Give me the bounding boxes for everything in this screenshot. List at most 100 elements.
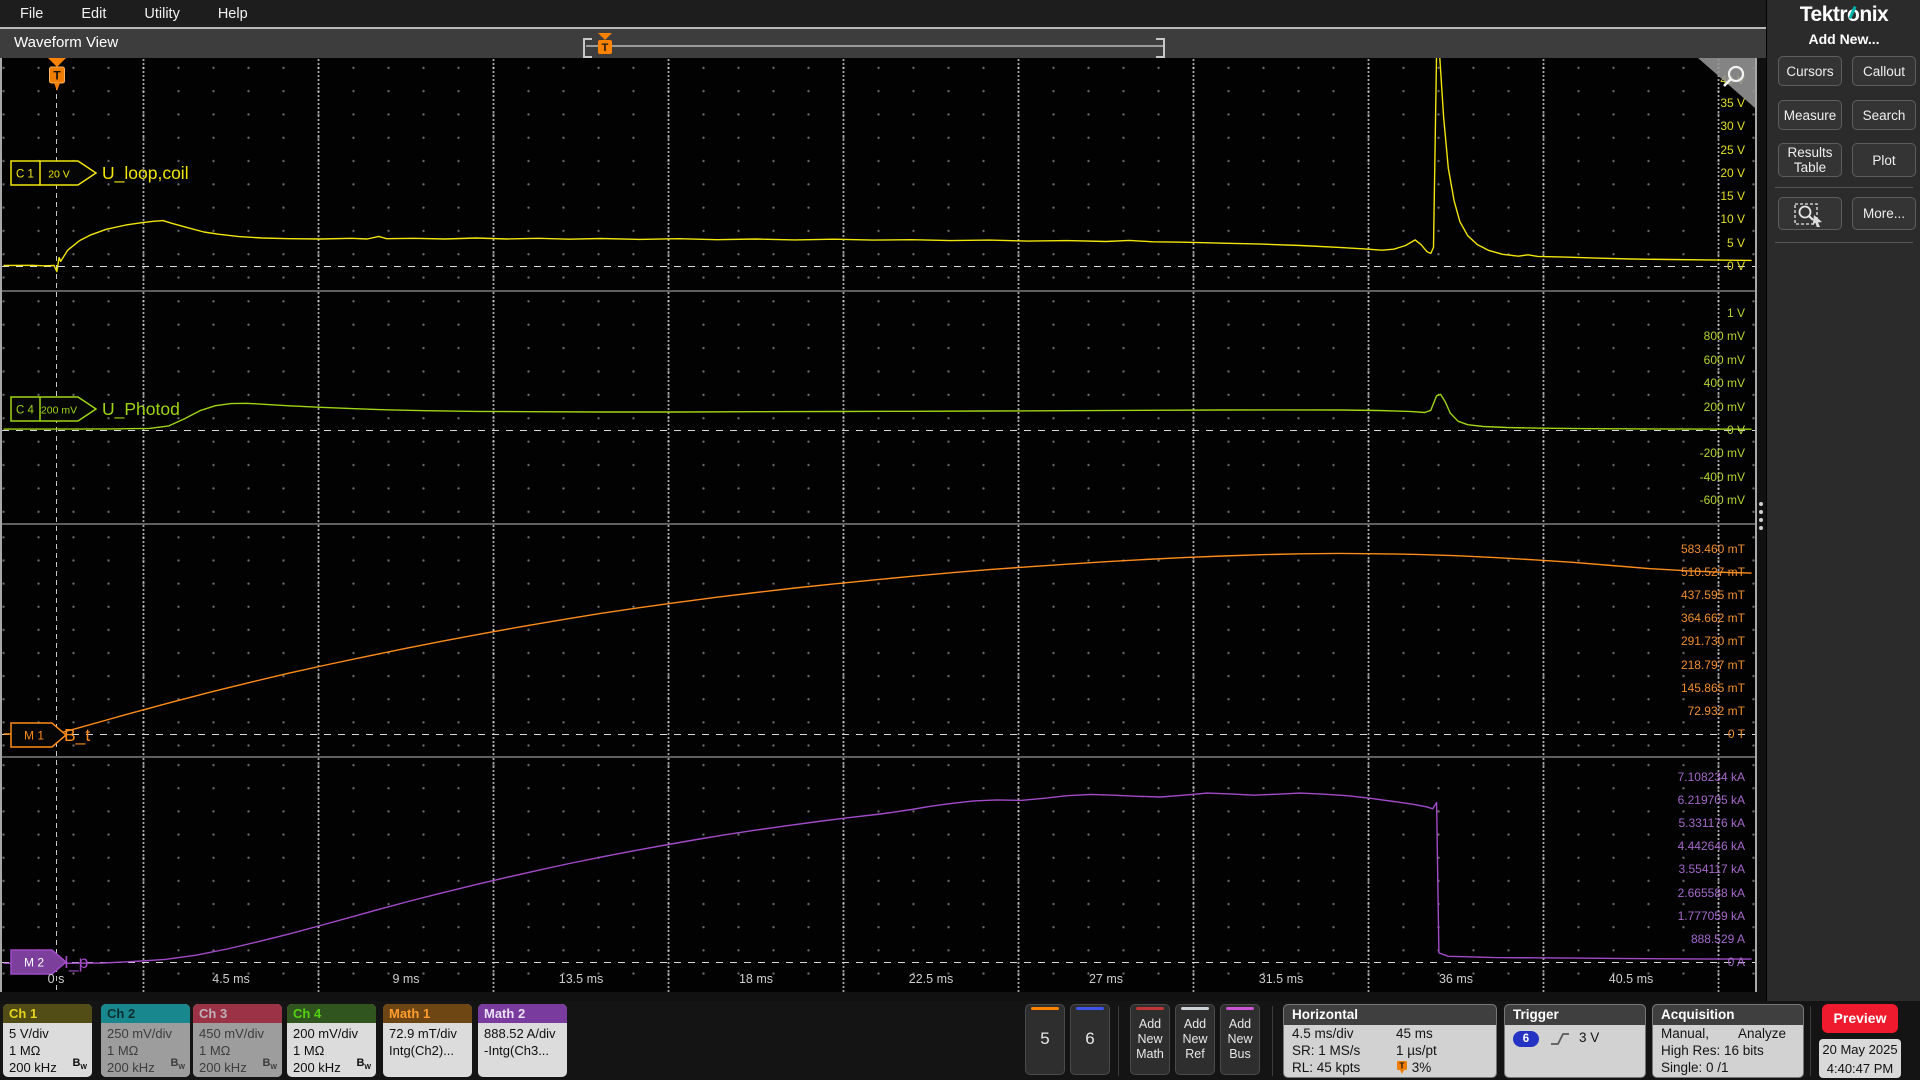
channel-settings-badge-math2[interactable]: Math 2 888.52 A/div -Intg(Ch3... bbox=[478, 1004, 567, 1077]
add-new-math-button[interactable]: Add New Math bbox=[1130, 1004, 1170, 1075]
oscilloscope-app: FileEditUtilityHelp Waveform View T 40 V… bbox=[0, 0, 1920, 1080]
view-window-left-bracket[interactable] bbox=[583, 38, 592, 58]
waveform-slice-c1: 40 V35 V30 V25 V20 V15 V10 V5 V0 VC 120 … bbox=[2, 58, 1755, 291]
trigger-level-flag-icon[interactable]: T bbox=[46, 58, 68, 98]
channel-settings-badge-math1[interactable]: Math 1 72.9 mT/div Intg(Ch2)... bbox=[383, 1004, 472, 1077]
svg-text:M 1: M 1 bbox=[24, 729, 44, 743]
horizontal-panel-title: Horizontal bbox=[1284, 1005, 1496, 1025]
channel-badge-m1[interactable]: M 1 bbox=[10, 722, 68, 748]
bottom-settings-bar: Ch 15 V/div 1 MΩ 200 kHz BW Ch 2 250 mV/div 1 … bbox=[0, 1001, 1920, 1080]
axis-label: 5 V bbox=[1726, 235, 1745, 250]
channel-color-stripe bbox=[1076, 1007, 1104, 1010]
menu-edit[interactable]: Edit bbox=[81, 6, 106, 22]
trace-name-label: B_t bbox=[64, 725, 91, 745]
axis-label: 30 V bbox=[1720, 119, 1745, 134]
horizontal-value: 1 µs/pt bbox=[1396, 1043, 1437, 1058]
badge-color-stripe bbox=[1136, 1007, 1164, 1010]
panel-divider bbox=[1775, 187, 1913, 188]
axis-label: 437.595 mT bbox=[1680, 588, 1745, 603]
svg-text:M 2: M 2 bbox=[24, 956, 44, 970]
slice-divider[interactable] bbox=[2, 290, 1755, 292]
axis-label: 888.529 A bbox=[1690, 931, 1745, 946]
waveform-slice-m2: 7.108234 kA 6.219705 kA 5.331176 kA 4.44264… bbox=[2, 757, 1755, 992]
bandwidth-limit-icon: BW bbox=[170, 1056, 185, 1071]
bandwidth-limit-icon: BW bbox=[262, 1056, 277, 1071]
time-axis-label: 36 ms bbox=[1438, 972, 1474, 986]
trace-u-photod bbox=[3, 393, 1752, 430]
trigger-position-icon: T bbox=[1397, 1061, 1407, 1074]
callout-button[interactable]: Callout bbox=[1852, 56, 1916, 86]
axis-label: 218.797 mT bbox=[1680, 657, 1745, 672]
channel-badge-body: 250 mV/div 1 MΩ 200 kHz BW bbox=[101, 1023, 190, 1077]
axis-label: 7.108234 kA bbox=[1677, 769, 1745, 784]
channel-setting-row: -Intg(Ch3... bbox=[484, 1043, 550, 1058]
channel-settings-badge-ch1[interactable]: Ch 15 V/div 1 MΩ 200 kHz BW bbox=[3, 1004, 92, 1077]
splitter-grip-dot[interactable] bbox=[1759, 502, 1763, 506]
acquisition-panel-body: Manual, Analyze High Res: 16 bits Single: 0… bbox=[1653, 1025, 1803, 1077]
preview-button[interactable]: Preview bbox=[1822, 1004, 1898, 1033]
splitter-grip-dot[interactable] bbox=[1759, 510, 1763, 514]
trigger-panel[interactable]: Trigger 6 3 V bbox=[1504, 1004, 1646, 1078]
panel-divider bbox=[1775, 242, 1913, 243]
measure-button[interactable]: Measure bbox=[1778, 100, 1842, 130]
splitter-grip-dot[interactable] bbox=[1759, 518, 1763, 522]
channel-badge-c1[interactable]: C 1 20 V bbox=[10, 160, 98, 186]
trigger-position-marker-icon[interactable]: T bbox=[594, 32, 616, 58]
horizontal-panel-body: 4.5 ms/div SR: 1 MS/s RL: 45 kpts 45 ms 1 µs… bbox=[1284, 1025, 1496, 1077]
time-axis-label: 13.5 ms bbox=[558, 972, 604, 986]
more-button[interactable]: More... bbox=[1852, 197, 1916, 230]
zoom-corner-control[interactable] bbox=[1698, 58, 1755, 108]
menu-file[interactable]: File bbox=[20, 6, 43, 22]
axis-label: 800 mV bbox=[1703, 329, 1745, 344]
acquisition-panel[interactable]: Acquisition Manual, Analyze High Res: 16 bi… bbox=[1652, 1004, 1804, 1078]
menu-help[interactable]: Help bbox=[218, 6, 248, 22]
button-label: Add New Math bbox=[1136, 1017, 1164, 1061]
channel-color-stripe bbox=[1031, 1007, 1059, 1010]
horizontal-value: 4.5 ms/div bbox=[1292, 1026, 1354, 1041]
axis-label: 0 V bbox=[1726, 423, 1745, 437]
channel-number: 5 bbox=[1040, 1029, 1050, 1048]
channel-badge-c4[interactable]: C 4 200 mV bbox=[10, 396, 98, 422]
acquisition-position-track[interactable] bbox=[586, 45, 1163, 47]
axis-label: 2.665588 kA bbox=[1677, 885, 1745, 900]
channel-badge-header: Math 1 bbox=[383, 1004, 472, 1023]
add-new-bus-button[interactable]: Add New Bus bbox=[1220, 1004, 1260, 1075]
acquisition-mode: Manual, bbox=[1661, 1026, 1710, 1041]
splitter-grip-dot[interactable] bbox=[1759, 526, 1763, 530]
time-axis-label: 18 ms bbox=[738, 972, 774, 986]
axis-label: 10 V bbox=[1720, 212, 1745, 227]
slice-divider[interactable] bbox=[2, 756, 1755, 758]
add-new-heading: Add New... bbox=[1808, 31, 1880, 47]
channel-badge-body: 200 mV/div 1 MΩ 200 kHz BW bbox=[287, 1023, 376, 1077]
channel-settings-badge-ch4[interactable]: Ch 4 200 mV/div 1 MΩ 200 kHz BW bbox=[287, 1004, 376, 1077]
acquisition-single-count: Single: 0 /1 bbox=[1661, 1060, 1729, 1075]
add-new-ref-button[interactable]: Add New Ref bbox=[1175, 1004, 1215, 1075]
search-button[interactable]: Search bbox=[1852, 100, 1916, 130]
zoom-select-button[interactable] bbox=[1778, 197, 1842, 230]
svg-text:20 V: 20 V bbox=[48, 169, 70, 181]
channel-settings-badge-ch2[interactable]: Ch 2 250 mV/div 1 MΩ 200 kHz BW bbox=[101, 1004, 190, 1077]
channel-settings-badge-ch3[interactable]: Ch 3 450 mV/div 1 MΩ 200 kHz BW bbox=[193, 1004, 282, 1077]
channel-5-button[interactable]: 5 bbox=[1025, 1004, 1065, 1075]
view-window-right-bracket[interactable] bbox=[1156, 38, 1165, 58]
axis-label: 145.865 mT bbox=[1680, 680, 1745, 695]
horizontal-panel[interactable]: Horizontal 4.5 ms/div SR: 1 MS/s RL: 45 kpt… bbox=[1283, 1004, 1497, 1078]
channel-6-button[interactable]: 6 bbox=[1070, 1004, 1110, 1075]
results-table-button[interactable]: Results Table bbox=[1778, 143, 1842, 177]
badge-color-stripe bbox=[1226, 1007, 1254, 1010]
trigger-panel-title: Trigger bbox=[1505, 1005, 1645, 1025]
right-panel: Tektronix Add New... Cursors Callout Measu… bbox=[1766, 0, 1920, 1001]
axis-label: -400 mV bbox=[1699, 469, 1745, 484]
separator bbox=[1272, 1006, 1273, 1076]
plot-button[interactable]: Plot bbox=[1852, 143, 1916, 177]
slice-divider[interactable] bbox=[2, 523, 1755, 525]
menu-utility[interactable]: Utility bbox=[144, 6, 179, 22]
acquisition-resolution: High Res: 16 bits bbox=[1661, 1043, 1764, 1058]
channel-number: 6 bbox=[1085, 1029, 1095, 1048]
axis-label: 3.554117 kA bbox=[1678, 862, 1746, 877]
time-axis-label: 40.5 ms bbox=[1608, 972, 1654, 986]
waveform-slice-c4: 1 V 800 mV 600 mV 400 mV 200 mV 0 V -200 mV -40… bbox=[2, 291, 1755, 524]
menu-bar: File Edit Utility Help bbox=[0, 0, 1766, 27]
cursors-button[interactable]: Cursors bbox=[1778, 56, 1842, 86]
axis-label: 4.442646 kA bbox=[1677, 839, 1745, 854]
